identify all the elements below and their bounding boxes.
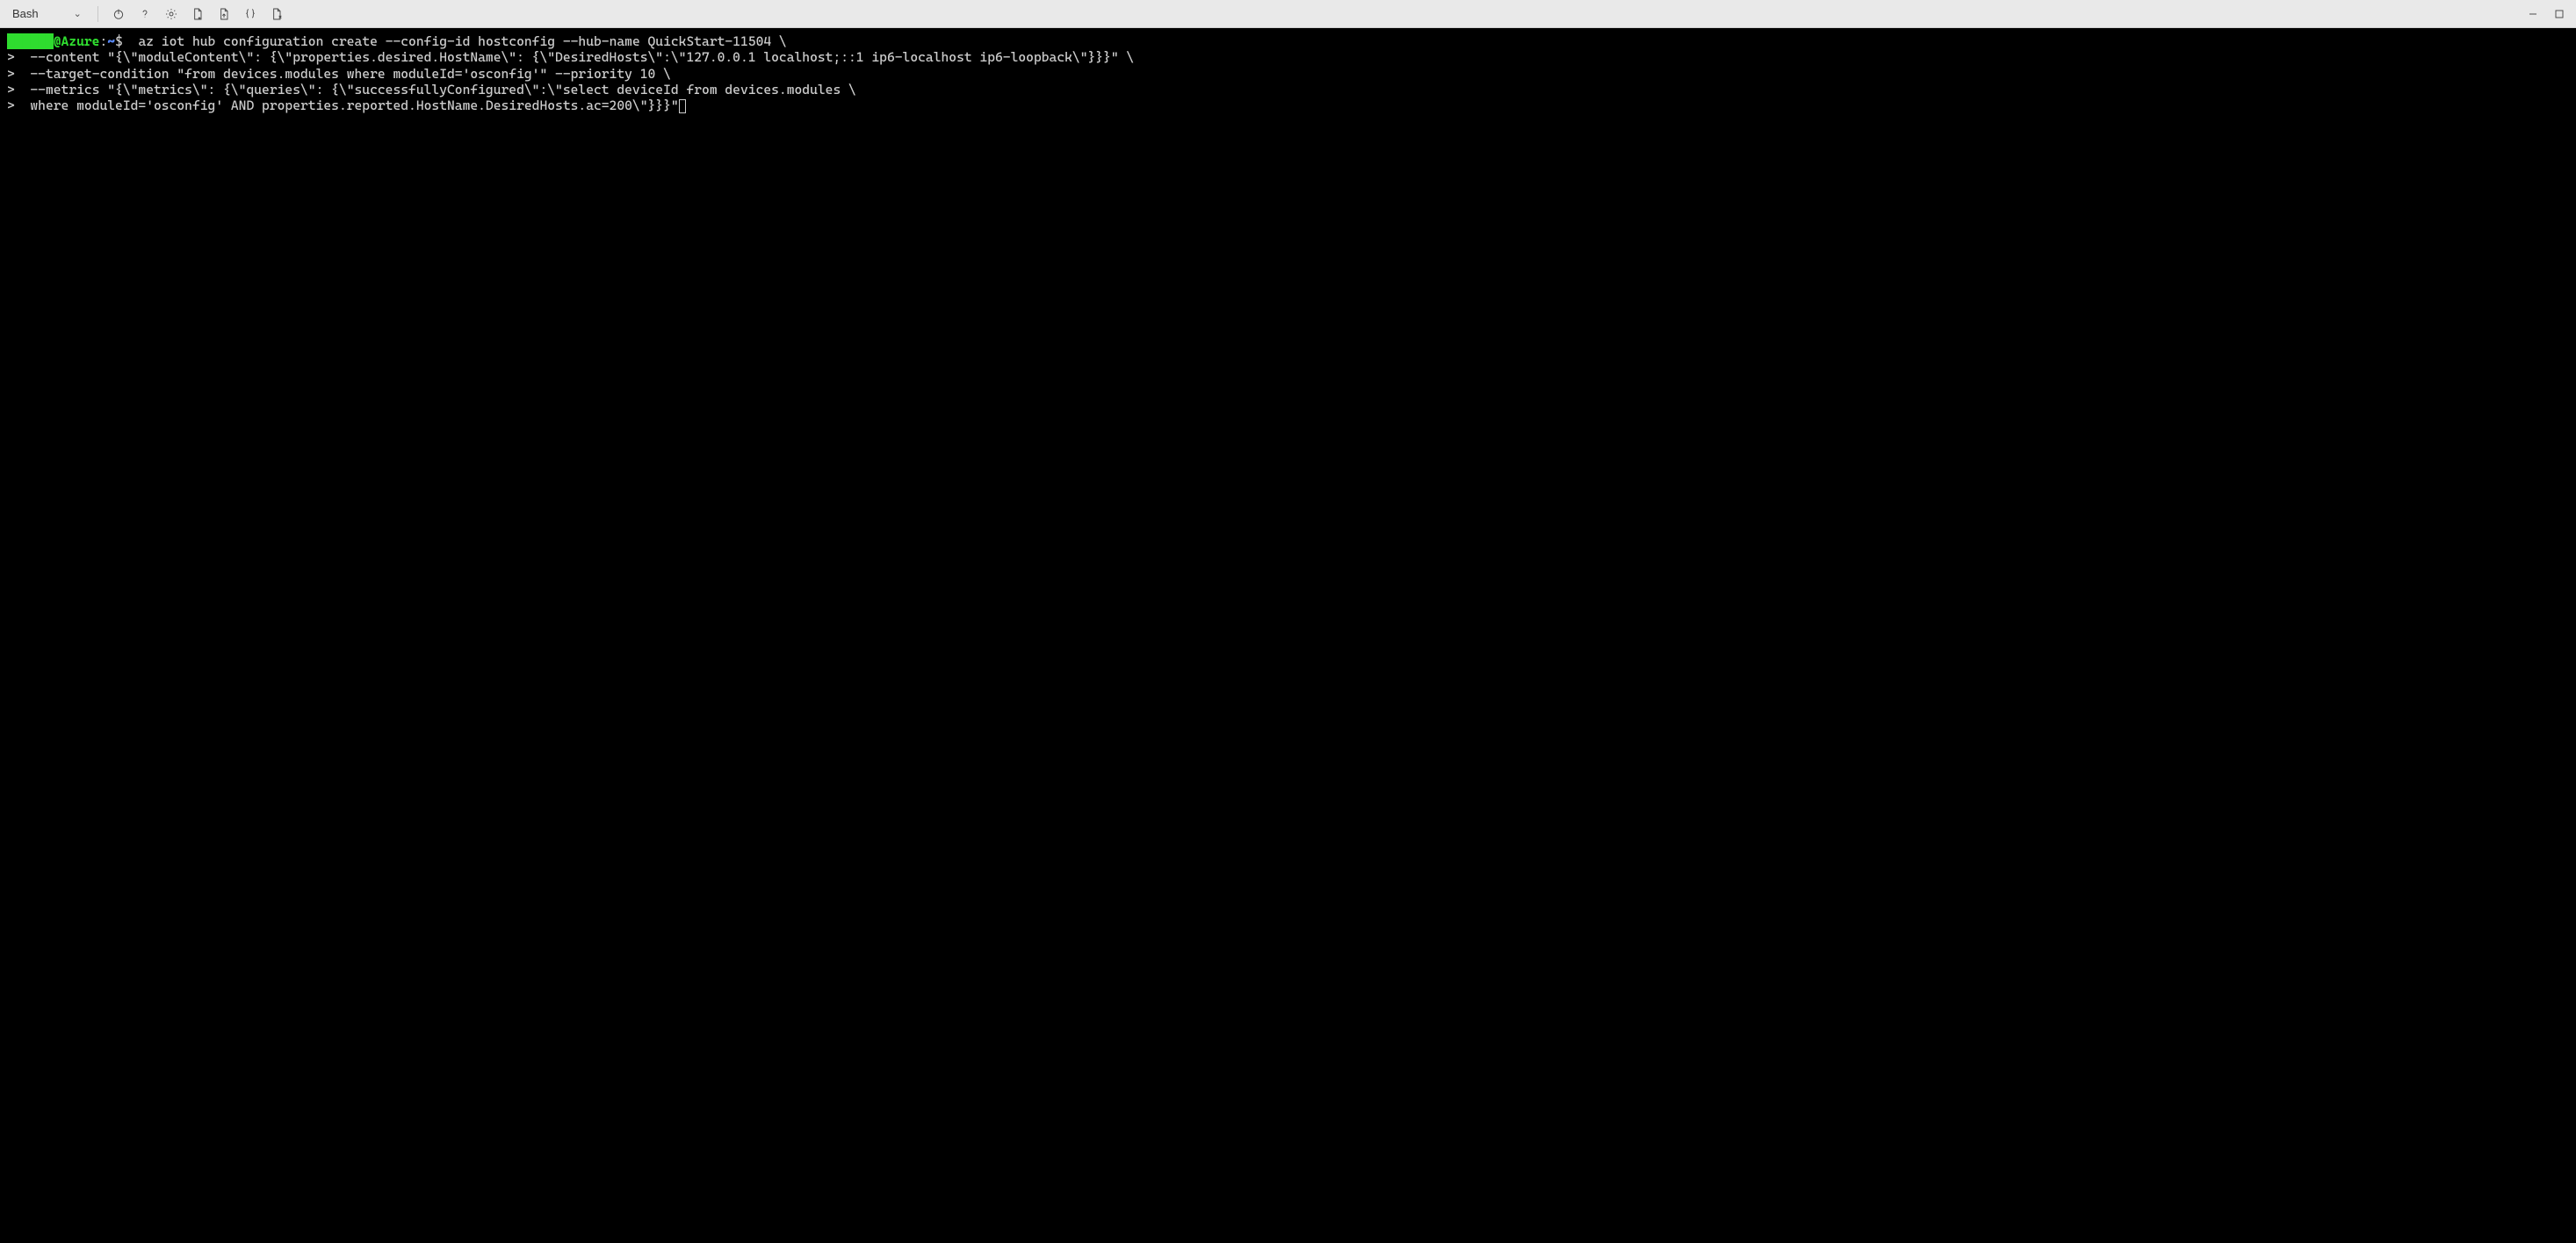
prompt-user-redacted: j█████ <box>7 33 54 49</box>
prompt-colon: : <box>99 33 107 49</box>
continuation-marker: > <box>7 66 15 82</box>
open-file-icon[interactable] <box>265 3 288 25</box>
prompt-dollar: $ <box>115 33 123 49</box>
power-icon[interactable] <box>107 3 130 25</box>
help-icon[interactable] <box>133 3 156 25</box>
maximize-icon[interactable] <box>2548 3 2571 25</box>
command-text: where moduleId='osconfig' AND properties… <box>15 98 679 113</box>
command-text: --content "{\"moduleContent\": {\"proper… <box>15 49 1134 65</box>
continuation-marker: > <box>7 98 15 113</box>
terminal-line: > --metrics "{\"metrics\": {\"queries\":… <box>7 82 2569 98</box>
new-file-icon[interactable] <box>186 3 209 25</box>
shell-name: Bash <box>12 7 39 20</box>
minimize-icon[interactable] <box>2522 3 2544 25</box>
continuation-marker: > <box>7 49 15 65</box>
terminal-line: > where moduleId='osconfig' AND properti… <box>7 98 2569 113</box>
braces-icon[interactable] <box>239 3 262 25</box>
chevron-down-icon: ⌄ <box>74 8 82 19</box>
command-text: --metrics "{\"metrics\": {\"queries\": {… <box>15 82 856 98</box>
terminal-line: j█████@Azure:~$ az iot hub configuration… <box>7 33 2569 49</box>
settings-icon[interactable] <box>160 3 183 25</box>
terminal-line: > --target-condition "from devices.modul… <box>7 66 2569 82</box>
toolbar: Bash ⌄ <box>0 0 2576 28</box>
prompt-host: @Azure <box>54 33 100 49</box>
command-text: --target-condition "from devices.modules… <box>15 66 671 82</box>
upload-icon[interactable] <box>213 3 235 25</box>
continuation-marker: > <box>7 82 15 98</box>
shell-selector[interactable]: Bash ⌄ <box>5 5 89 22</box>
toolbar-divider <box>97 6 98 22</box>
toolbar-right <box>2522 3 2571 25</box>
cursor <box>679 99 686 113</box>
prompt-path: ~ <box>107 33 115 49</box>
command-text: az iot hub configuration create --config… <box>123 33 787 49</box>
terminal[interactable]: j█████@Azure:~$ az iot hub configuration… <box>0 28 2576 1243</box>
terminal-line: > --content "{\"moduleContent\": {\"prop… <box>7 49 2569 65</box>
